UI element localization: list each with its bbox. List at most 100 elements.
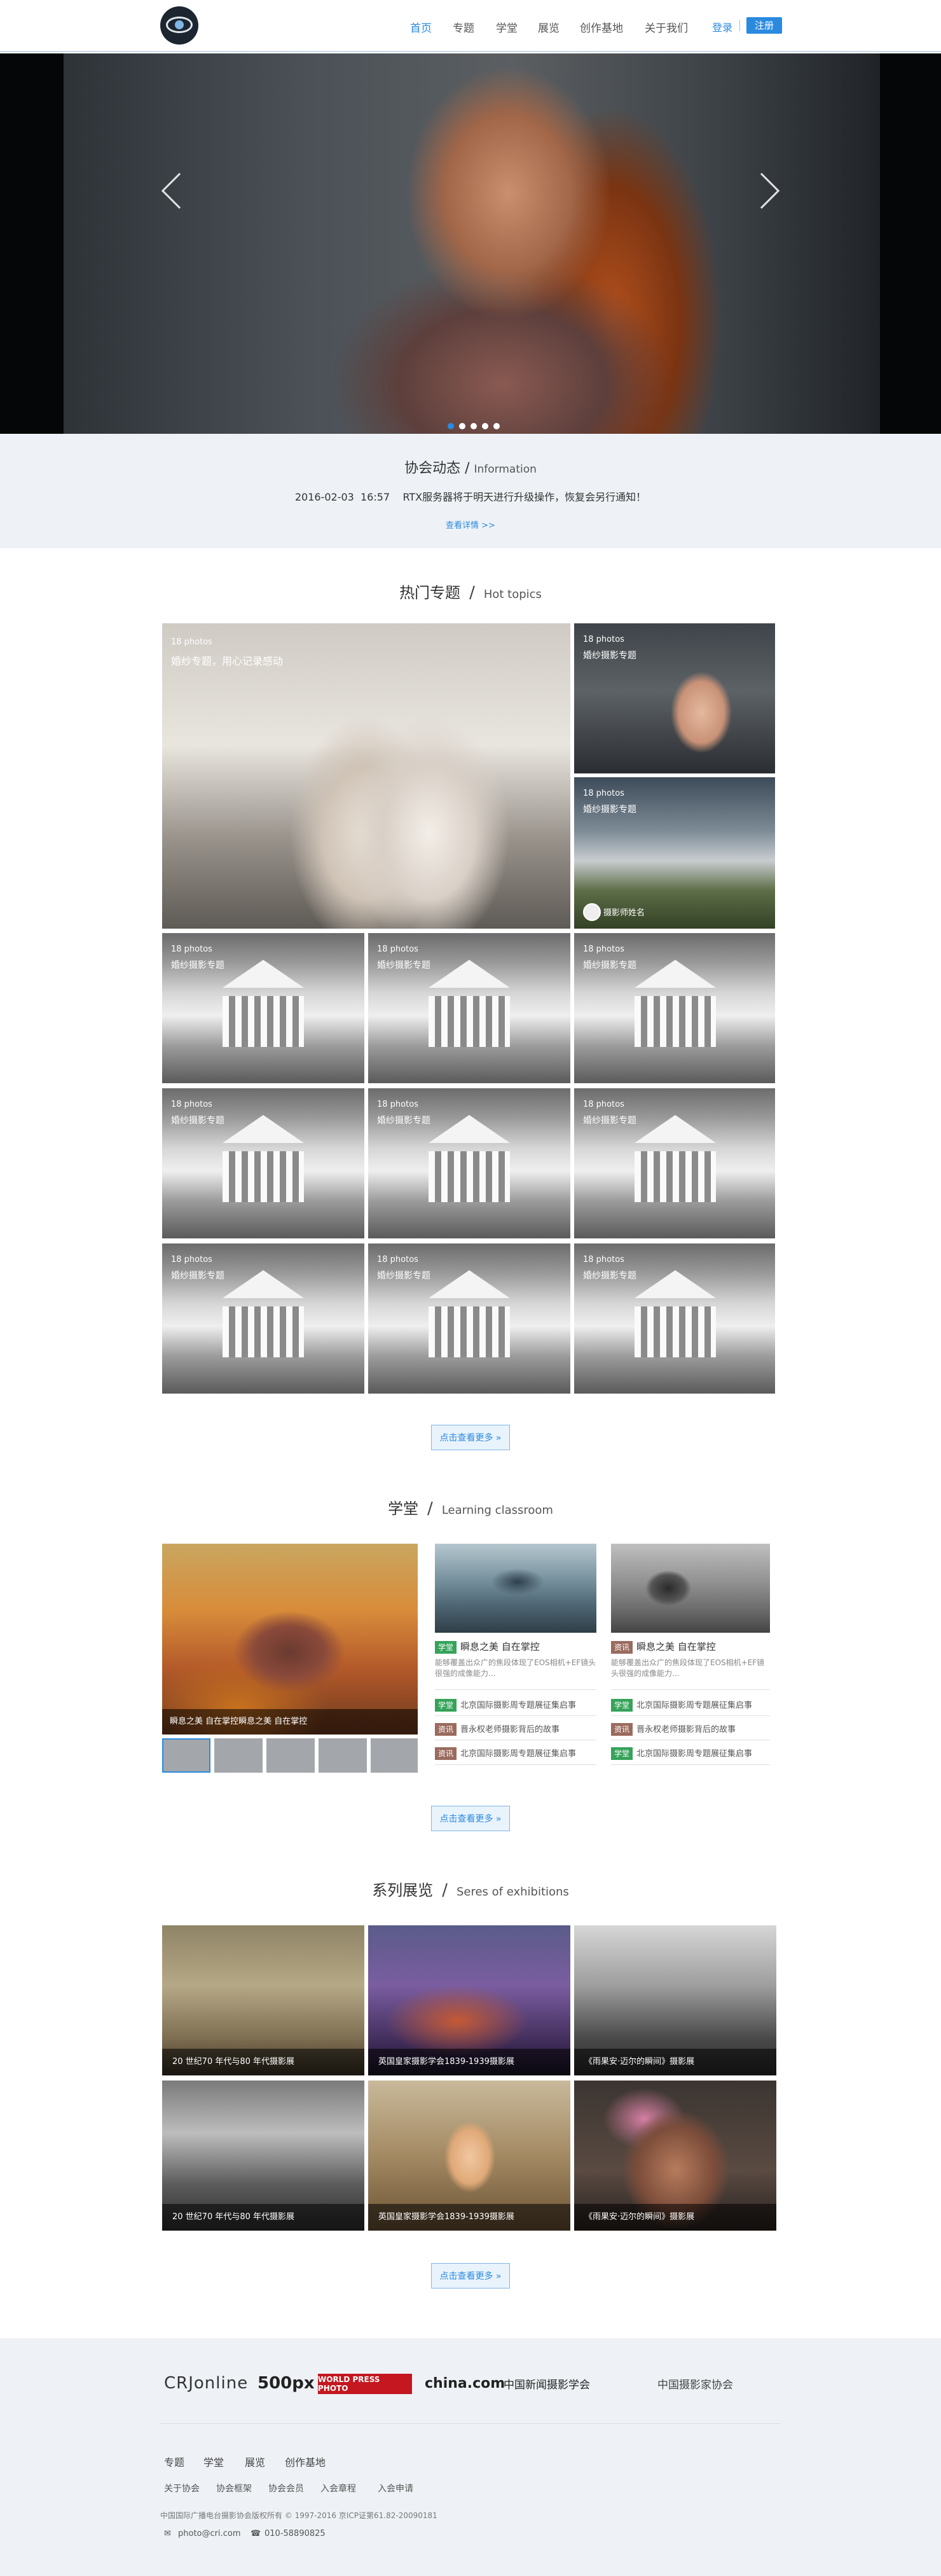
news-more-link[interactable]: 查看详情 >> (0, 518, 941, 530)
partner-logo-photographers-association[interactable]: 中国摄影家协会 (657, 2367, 733, 2399)
footer-nav-classroom[interactable]: 学堂 (203, 2454, 224, 2469)
footer-nav-topics[interactable]: 专题 (164, 2454, 184, 2469)
topic-card[interactable]: 18 photos 婚纱摄影专题 (368, 1088, 570, 1238)
mail-icon: ✉ (164, 2529, 171, 2538)
thumbnail[interactable] (371, 1738, 418, 1773)
news-item[interactable]: 2016-02-03 16:57 RTX服务器将于明天进行升级操作，恢复会另行通… (0, 488, 941, 504)
topic-title: 婚纱摄影专题 (583, 960, 636, 971)
topic-card[interactable]: 18 photos 婚纱摄影专题 (368, 933, 570, 1083)
topic-photo-count: 18 photos (583, 945, 624, 954)
topic-card[interactable]: 18 photos 婚纱摄影专题 (162, 933, 364, 1083)
thumbnail[interactable] (266, 1738, 315, 1773)
carousel-dot[interactable] (470, 423, 477, 429)
exhibition-card[interactable]: 20 世纪70 年代与80 年代摄影展 (162, 1925, 364, 2075)
thumbnail[interactable] (214, 1738, 263, 1773)
topic-feature-card[interactable]: 18 photos 婚纱专题，用心记录感动 (162, 623, 570, 929)
exhibition-card[interactable]: 英国皇家摄影学会1839-1939摄影展 (368, 2081, 570, 2231)
author-name: 摄影师姓名 (603, 908, 645, 918)
phone-icon: ☎ (251, 2529, 261, 2538)
topic-card[interactable]: 18 photos 婚纱摄影专题 摄影师姓名 (574, 777, 775, 929)
partner-logo-crjonline[interactable]: CRJonline (164, 2367, 248, 2399)
list-item[interactable]: 资讯 北京国际摄影周专题展征集启事 (435, 1747, 576, 1760)
topic-title: 婚纱摄影专题 (583, 805, 636, 815)
footer-nav-creation-base[interactable]: 创作基地 (285, 2454, 326, 2469)
list-item[interactable]: 学堂 北京国际摄影周专题展征集启事 (611, 1747, 752, 1760)
exhibition-caption: 《雨果安·迈尔的瞬间》摄影展 (574, 2204, 776, 2231)
topic-card[interactable]: 18 photos 婚纱摄影专题 (162, 1088, 364, 1238)
topic-title: 婚纱专题，用心记录感动 (171, 655, 284, 667)
site-logo[interactable] (160, 6, 198, 45)
classroom-feature-caption: 瞬息之美 自在掌控瞬息之美 自在掌控 (162, 1709, 418, 1735)
login-link[interactable]: 登录 (712, 19, 732, 34)
list-item-text: 北京国际摄影周专题展征集启事 (460, 1701, 577, 1710)
tag-badge: 资讯 (611, 1641, 633, 1654)
thumbnail[interactable] (319, 1738, 367, 1773)
partner-logo-500px[interactable]: 500px (258, 2367, 315, 2399)
carousel-dot[interactable] (493, 423, 500, 429)
thumbnail[interactable] (162, 1738, 210, 1773)
footer-link-framework[interactable]: 协会框架 (216, 2482, 252, 2495)
nav-topics[interactable]: 专题 (453, 19, 474, 35)
list-item[interactable]: 学堂 北京国际摄影周专题展征集启事 (435, 1698, 576, 1712)
nav-about[interactable]: 关于我们 (645, 19, 688, 35)
topic-card[interactable]: 18 photos 婚纱摄影专题 (162, 1243, 364, 1394)
exhibition-card[interactable]: 《雨果安·迈尔的瞬间》摄影展 (574, 2081, 776, 2231)
divider (435, 1689, 596, 1690)
footer-copyright: 中国国际广播电台摄影协会版权所有 © 1997-2016 京ICP证第61.82… (160, 2511, 437, 2520)
topics-title-cn: 热门专题 (399, 584, 461, 602)
topic-card[interactable]: 18 photos 婚纱摄影专题 (574, 933, 775, 1083)
expo-more-button[interactable]: 点击查看更多 » (431, 2263, 510, 2289)
carousel-dot[interactable] (482, 423, 488, 429)
list-item[interactable]: 资讯 晋永权老师摄影背后的故事 (435, 1722, 560, 1736)
nav-creation-base[interactable]: 创作基地 (580, 19, 623, 35)
classroom-card-image[interactable] (611, 1544, 770, 1633)
news-time: 16:57 (361, 491, 390, 503)
list-item-text: 北京国际摄影周专题展征集启事 (460, 1749, 577, 1759)
list-item[interactable]: 学堂 北京国际摄影周专题展征集启事 (611, 1698, 752, 1712)
topic-title: 婚纱摄影专题 (171, 1271, 224, 1281)
footer-nav-exhibition[interactable]: 展览 (245, 2454, 265, 2469)
tag-badge: 资讯 (611, 1723, 633, 1736)
tag-badge: 学堂 (611, 1747, 633, 1760)
nav-classroom[interactable]: 学堂 (496, 19, 518, 35)
topic-card[interactable]: 18 photos 婚纱摄影专题 (574, 1088, 775, 1238)
tag-badge: 学堂 (435, 1641, 457, 1654)
partner-logo-chinacom[interactable]: china.com (425, 2367, 505, 2399)
carousel-dot[interactable] (459, 423, 465, 429)
nav-home[interactable]: 首页 (410, 19, 432, 35)
footer-link-members[interactable]: 协会会员 (268, 2482, 304, 2495)
tag-badge: 学堂 (611, 1699, 633, 1712)
footer-link-about[interactable]: 关于协会 (164, 2482, 200, 2495)
classroom-card-image[interactable] (435, 1544, 596, 1633)
footer-link-apply[interactable]: 入会申请 (378, 2482, 413, 2495)
register-button[interactable]: 注册 (746, 17, 782, 34)
exhibition-card[interactable]: 20 世纪70 年代与80 年代摄影展 (162, 2081, 364, 2231)
topics-more-button[interactable]: 点击查看更多 » (431, 1425, 510, 1450)
exhibition-caption: 英国皇家摄影学会1839-1939摄影展 (368, 2204, 570, 2231)
topic-card[interactable]: 18 photos 婚纱摄影专题 (368, 1243, 570, 1394)
topic-photo-count: 18 photos (377, 1100, 418, 1109)
footer-email[interactable]: photo@cri.com (178, 2529, 241, 2538)
card-title: 瞬息之美 自在掌控 (460, 1641, 540, 1652)
classroom-feature-image[interactable]: 瞬息之美 自在掌控瞬息之美 自在掌控 (162, 1544, 418, 1735)
topic-photo-count: 18 photos (583, 1100, 624, 1109)
nav-exhibition[interactable]: 展览 (538, 19, 560, 35)
classroom-card[interactable]: 资讯 瞬息之美 自在掌控 能够覆盖出众广的焦段体现了EOS相机+EF镜头很强的成像… (611, 1640, 770, 1679)
carousel-dot[interactable] (448, 423, 454, 429)
topic-photo-count: 18 photos (583, 635, 624, 644)
partner-logo-news-photo-society[interactable]: 中国新闻摄影学会 (504, 2367, 590, 2399)
list-item[interactable]: 资讯 晋永权老师摄影背后的故事 (611, 1722, 736, 1736)
tag-badge: 资讯 (435, 1723, 457, 1736)
classroom-card[interactable]: 学堂 瞬息之美 自在掌控 能够覆盖出众广的焦段体现了EOS相机+EF镜头很强的成像… (435, 1640, 596, 1679)
divider (611, 1764, 770, 1765)
footer-link-charter[interactable]: 入会章程 (320, 2482, 356, 2495)
exhibition-card[interactable]: 英国皇家摄影学会1839-1939摄影展 (368, 1925, 570, 2075)
classroom-more-button[interactable]: 点击查看更多 » (431, 1806, 510, 1831)
topic-title: 婚纱摄影专题 (583, 1271, 636, 1281)
partner-logo-worldpressphoto[interactable]: WORLD PRESS PHOTO (318, 2374, 412, 2394)
topics-title: 热门专题 / Hot topics (399, 583, 542, 602)
exhibition-card[interactable]: 《雨果安·迈尔的瞬间》摄影展 (574, 1925, 776, 2075)
topic-card[interactable]: 18 photos 婚纱摄影专题 (574, 623, 775, 773)
divider (435, 1715, 596, 1716)
topic-card[interactable]: 18 photos 婚纱摄影专题 (574, 1243, 775, 1394)
